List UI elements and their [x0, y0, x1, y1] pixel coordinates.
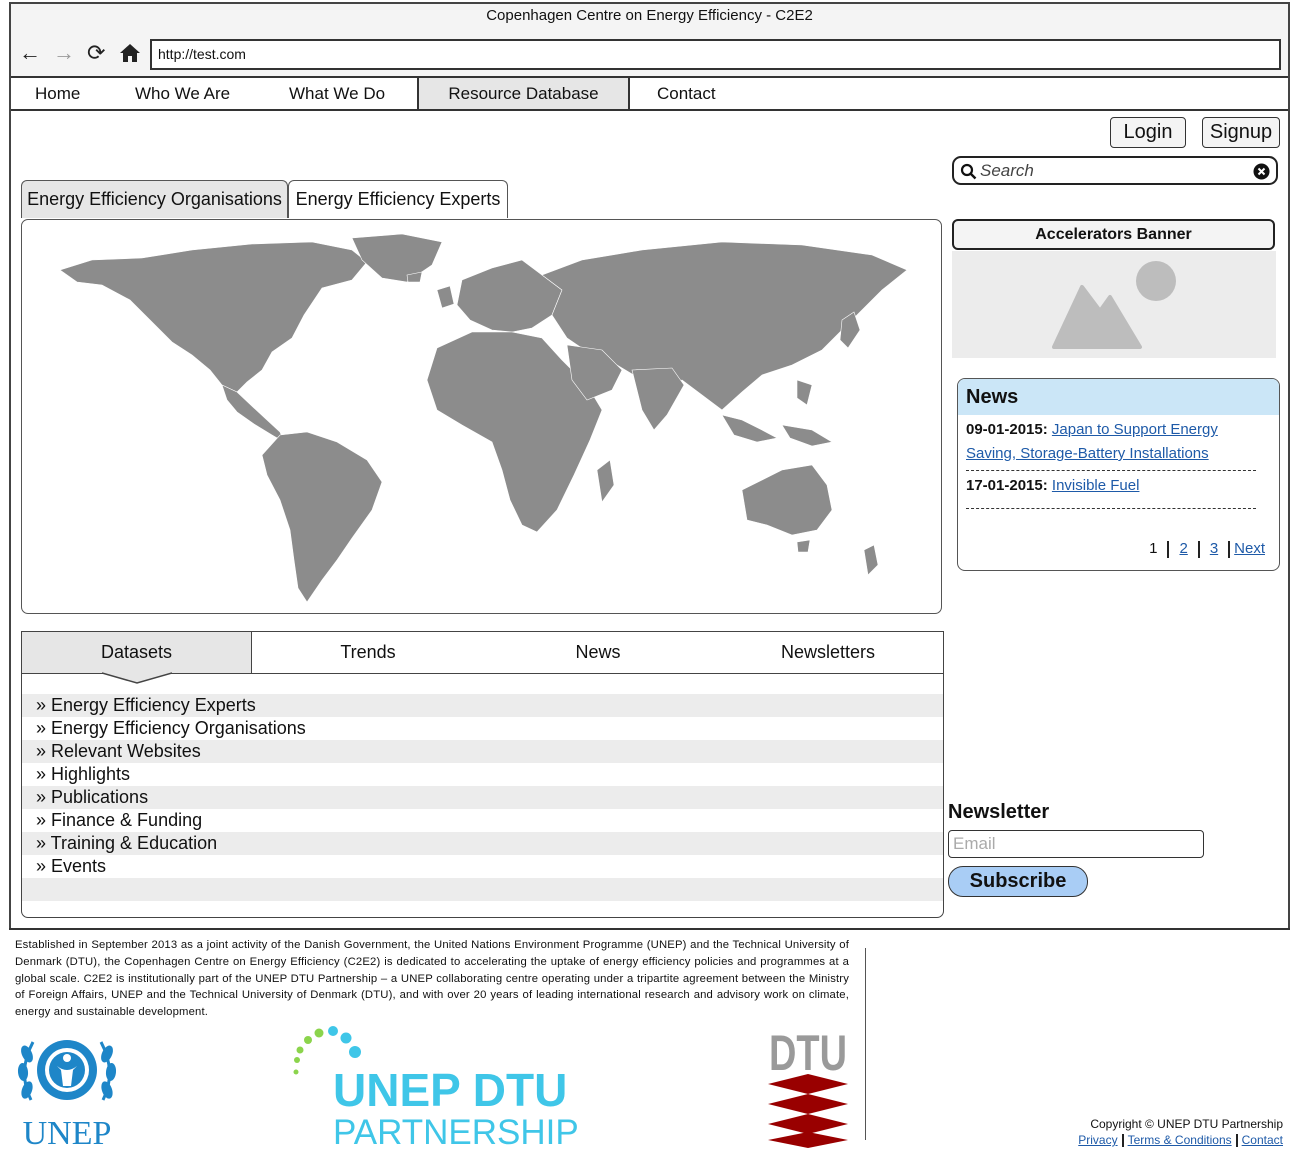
subscribe-button[interactable]: Subscribe — [948, 866, 1088, 897]
pager-page-2[interactable]: 2 — [1179, 540, 1187, 557]
privacy-link[interactable]: Privacy — [1078, 1133, 1117, 1147]
list-item[interactable]: » Energy Efficiency Organisations — [22, 717, 943, 740]
contact-link[interactable]: Contact — [1242, 1133, 1283, 1147]
url-bar[interactable]: http://test.com — [150, 39, 1281, 70]
content-tabs: Datasets Trends News Newsletters — [22, 632, 943, 674]
pager-next[interactable]: Next — [1234, 540, 1265, 557]
search-box — [952, 156, 1278, 185]
tab-energy-efficiency-experts[interactable]: Energy Efficiency Experts — [288, 180, 508, 218]
active-tab-pointer-icon — [102, 672, 172, 684]
accelerators-banner-button[interactable]: Accelerators Banner — [952, 219, 1275, 250]
copyright-text: Copyright © UNEP DTU Partnership — [1090, 1117, 1283, 1131]
search-icon — [960, 163, 977, 180]
list-item[interactable]: » Relevant Websites — [22, 740, 943, 763]
tab-datasets[interactable]: Datasets — [22, 632, 252, 673]
pager-current-page: 1 — [1149, 540, 1158, 557]
world-map[interactable] — [21, 219, 942, 614]
dtu-logo-text: DTU — [769, 1025, 847, 1081]
tab-newsletters[interactable]: Newsletters — [713, 632, 943, 673]
signup-button[interactable]: Signup — [1202, 117, 1280, 148]
divider — [966, 508, 1256, 509]
menu-item-what-we-do[interactable]: What We Do — [289, 78, 385, 109]
newsletter-title: Newsletter — [948, 801, 1050, 823]
menu-item-resource-database[interactable]: Resource Database — [417, 78, 630, 109]
unep-logo-text: UNEP — [23, 1115, 112, 1148]
tab-trends[interactable]: Trends — [253, 632, 483, 673]
news-link[interactable]: Invisible Fuel — [1052, 477, 1140, 494]
list-item[interactable]: » Events — [22, 855, 943, 878]
world-map-graphic — [59, 233, 908, 603]
list-spacer — [22, 878, 943, 901]
partnership-logo-line1: UNEP DTU — [333, 1064, 567, 1116]
news-pagination: 1 2 3 Next — [1149, 539, 1265, 559]
reload-icon[interactable]: ⟳ — [87, 41, 105, 65]
window-title: Copenhagen Centre on Energy Efficiency -… — [11, 4, 1288, 32]
menu-item-home[interactable]: Home — [35, 78, 80, 109]
tab-news[interactable]: News — [483, 632, 713, 673]
list-item[interactable]: » Publications — [22, 786, 943, 809]
footer-divider — [865, 948, 866, 1140]
email-field[interactable] — [948, 830, 1204, 858]
menu-item-who-we-are[interactable]: Who We Are — [135, 78, 230, 109]
news-date: 09-01-2015: — [966, 421, 1048, 438]
dtu-logo: DTU — [768, 1025, 848, 1148]
news-date: 17-01-2015: — [966, 477, 1048, 494]
news-title: News — [958, 379, 1279, 415]
news-item: 17-01-2015: Invisible Fuel — [966, 474, 1256, 498]
footer-about-text: Established in September 2013 as a joint… — [15, 939, 849, 1019]
list-item[interactable]: » Training & Education — [22, 832, 943, 855]
browser-navbar: ← → ⟳ http://test.com — [11, 32, 1288, 76]
news-widget: News 09-01-2015: Japan to Support Energy… — [957, 378, 1280, 571]
footer-links: Privacy Terms & Conditions Contact — [1078, 1133, 1283, 1148]
resources-panel: Datasets Trends News Newsletters » Energ… — [21, 631, 944, 918]
list-item[interactable]: » Highlights — [22, 763, 943, 786]
search-input[interactable] — [980, 161, 1245, 181]
home-icon[interactable] — [119, 42, 141, 69]
list-item[interactable]: » Finance & Funding — [22, 809, 943, 832]
partnership-logo-line2: PARTNERSHIP — [333, 1113, 579, 1148]
divider — [966, 470, 1256, 471]
list-item[interactable]: » Energy Efficiency Experts — [22, 694, 943, 717]
terms-link[interactable]: Terms & Conditions — [1128, 1133, 1232, 1147]
unep-logo: UNEP — [17, 1040, 117, 1148]
image-placeholder-icon — [1052, 261, 1176, 349]
banner-image[interactable] — [952, 251, 1276, 358]
login-button[interactable]: Login — [1110, 117, 1186, 148]
pager-page-3[interactable]: 3 — [1210, 540, 1218, 557]
news-item: 09-01-2015: Japan to Support Energy Savi… — [966, 418, 1256, 466]
dataset-list: » Energy Efficiency Experts » Energy Eff… — [22, 694, 943, 901]
forward-arrow-icon[interactable]: → — [53, 41, 75, 65]
tab-energy-efficiency-organisations[interactable]: Energy Efficiency Organisations — [21, 180, 288, 218]
unep-dtu-partnership-logo: UNEP DTU PARTNERSHIP — [293, 1026, 579, 1148]
back-arrow-icon[interactable]: ← — [19, 41, 41, 65]
footer: Established in September 2013 as a joint… — [9, 928, 1290, 1150]
clear-search-icon[interactable] — [1253, 163, 1270, 180]
menu-item-contact[interactable]: Contact — [657, 78, 716, 109]
main-menu: Home Who We Are What We Do Resource Data… — [11, 76, 1288, 111]
